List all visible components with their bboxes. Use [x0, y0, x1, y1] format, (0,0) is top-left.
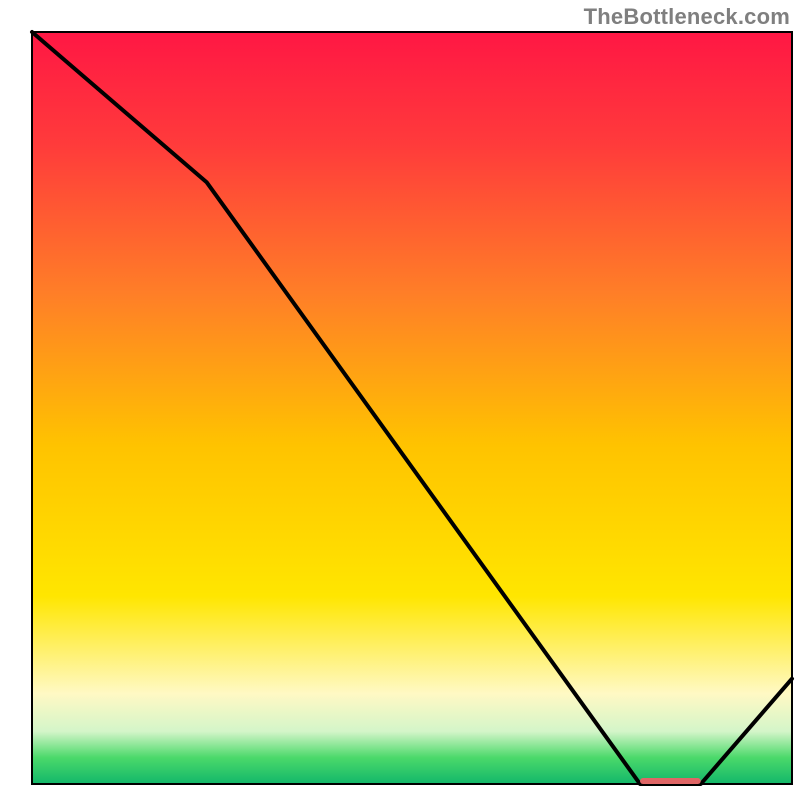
chart-stage: TheBottleneck.com — [0, 0, 800, 800]
bottleneck-chart — [0, 0, 800, 800]
plot-background — [32, 32, 792, 784]
optimal-range-marker — [640, 778, 701, 784]
